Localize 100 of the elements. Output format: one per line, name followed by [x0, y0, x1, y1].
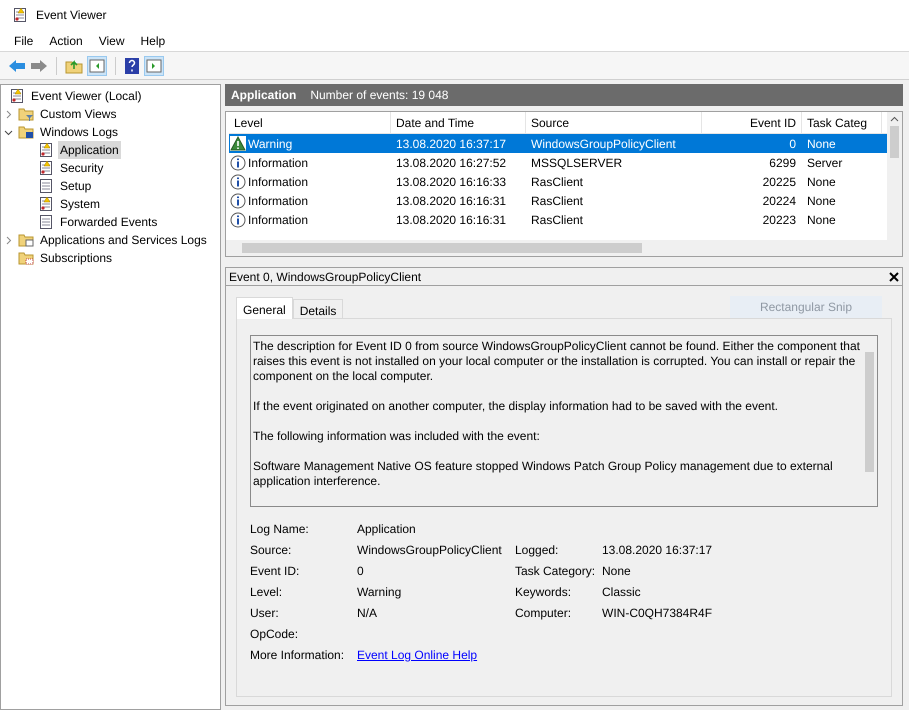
log-warning-icon: [38, 196, 54, 212]
table-cell-text: MSSQLSERVER: [531, 154, 622, 172]
table-cell-text: 0: [789, 136, 796, 152]
menu-item[interactable]: File: [8, 32, 40, 50]
column-header[interactable]: Level: [229, 112, 391, 133]
table-row[interactable]: Information 13.08.2020 16:27:52 MSSQLSERVER 6299 Server: [229, 153, 887, 172]
field-label: Event ID:: [250, 563, 300, 579]
back-arrow-icon[interactable]: [8, 58, 26, 72]
table-cell-text: 13.08.2020 16:37:17: [396, 136, 506, 152]
column-header[interactable]: Date and Time: [391, 112, 526, 133]
log-warning-icon: [38, 142, 54, 158]
table-cell-text: RasClient: [531, 192, 584, 210]
tree-item[interactable]: Event Viewer (Local): [29, 87, 144, 105]
event-title: Event 0, WindowsGroupPolicyClient: [229, 268, 422, 286]
table-cell-text: 13.08.2020 16:27:52: [396, 154, 506, 172]
table-cell-text: 20223: [762, 212, 796, 228]
table-cell-text: Information: [248, 154, 308, 172]
menu-item[interactable]: View: [92, 32, 130, 50]
chevron-right-icon[interactable]: [4, 110, 13, 118]
table-cell-text: Warning: [248, 136, 292, 152]
description-text: The following information was included with the event:: [253, 429, 541, 444]
tree-item[interactable]: Applications and Services Logs: [38, 231, 209, 249]
column-header[interactable]: Event ID: [702, 112, 802, 133]
close-icon[interactable]: [889, 272, 899, 282]
horizontal-scrollbar[interactable]: [226, 240, 902, 256]
menu-item[interactable]: Action: [43, 32, 89, 50]
description-text: Software Management Native OS feature stopped Windows Patch Group Policy management due to external application interference.: [253, 459, 834, 489]
vertical-scrollbar[interactable]: [887, 112, 902, 240]
pane-toggle-icon[interactable]: [87, 56, 107, 76]
field-label: Level:: [250, 584, 284, 600]
forward-arrow-icon[interactable]: [30, 58, 48, 72]
table-cell-text: RasClient: [531, 212, 584, 228]
table-row[interactable]: Warning 13.08.2020 16:37:17 WindowsGroupPolicyClient 0 None: [229, 134, 887, 153]
table-cell-text: None: [807, 136, 836, 152]
field-label: Computer:: [515, 605, 572, 621]
pane-toggle-icon[interactable]: [144, 56, 164, 76]
field-label: User:: [250, 605, 280, 621]
chevron-down-icon[interactable]: [4, 128, 13, 136]
tree-item[interactable]: System: [58, 195, 102, 213]
table-cell-text: Server: [807, 154, 842, 172]
menu-item[interactable]: Help: [134, 32, 172, 50]
tree-item[interactable]: Forwarded Events: [58, 213, 160, 231]
field-value: N/A: [357, 605, 378, 621]
table-cell-text: 13.08.2020 16:16:31: [396, 192, 506, 210]
field-label: Source:: [250, 542, 292, 558]
table-cell-text: RasClient: [531, 174, 584, 190]
snip-toolbar-overlay: Rectangular Snip: [730, 296, 882, 318]
info-icon: [230, 212, 246, 228]
warning-icon: [230, 136, 246, 151]
table-cell-text: None: [807, 192, 836, 210]
info-icon: [230, 174, 246, 190]
tab[interactable]: General: [236, 297, 293, 319]
tree-item[interactable]: Custom Views: [38, 105, 118, 123]
field-label: Task Category:: [515, 563, 596, 579]
table-cell-text: None: [807, 174, 836, 190]
field-value: Application: [357, 521, 417, 537]
tree-item[interactable]: Setup: [58, 177, 94, 195]
folder-icon: [18, 232, 34, 248]
tree-item[interactable]: Subscriptions: [38, 249, 114, 267]
table-row[interactable]: Information 13.08.2020 16:16:31 RasClient 20223 None: [229, 210, 887, 229]
log-icon: [38, 178, 54, 194]
scroll-thumb[interactable]: [242, 243, 642, 253]
field-value: Warning: [357, 584, 402, 600]
table-cell-text: 13.08.2020 16:16:33: [396, 174, 506, 190]
table-row[interactable]: Information 13.08.2020 16:16:33 RasClient 20225 None: [229, 172, 887, 191]
log-icon: [38, 214, 54, 230]
field-label: Logged:: [515, 542, 560, 558]
column-header[interactable]: Source: [526, 112, 702, 133]
table-cell-text: 20225: [762, 174, 796, 190]
description-text: The description for Event ID 0 from source WindowsGroupPolicyClient cannot be found. Either the component that raises this event is not installed on your local computer or the installation is corrupted. You can install or repair the component on the local computer.: [253, 339, 860, 384]
info-icon: [230, 154, 246, 170]
log-warning-icon: [38, 160, 54, 176]
folder-icon: [18, 106, 34, 122]
help-link[interactable]: Event Log Online Help: [357, 647, 878, 663]
chevron-right-icon[interactable]: [4, 236, 13, 244]
table-cell-text: Information: [248, 192, 308, 210]
folder-icon: [18, 124, 34, 140]
table-cell-text: 13.08.2020 16:16:31: [396, 212, 506, 228]
table-row[interactable]: Information 13.08.2020 16:16:31 RasClient 20224 None: [229, 191, 887, 210]
field-value: 0: [357, 563, 365, 579]
field-value: Classic: [602, 584, 642, 600]
tab[interactable]: Details: [292, 299, 344, 318]
field-label: Log Name:: [250, 521, 310, 537]
tree-item[interactable]: Security: [58, 159, 106, 177]
column-header[interactable]: Task Categ: [802, 112, 882, 133]
table-cell-text: None: [807, 212, 836, 228]
field-value: 13.08.2020 16:37:17: [602, 542, 714, 558]
field-value: WindowsGroupPolicyClient: [357, 542, 503, 558]
event-count: Number of events: 19 048: [310, 87, 448, 104]
field-value: None: [602, 563, 632, 579]
field-label: More Information:: [250, 647, 346, 663]
folder-up-icon[interactable]: [65, 58, 83, 74]
field-label: OpCode:: [250, 626, 300, 642]
scroll-thumb[interactable]: [865, 352, 874, 472]
table-cell-text: 6299: [769, 154, 796, 172]
scroll-thumb[interactable]: [890, 126, 899, 158]
tree-item[interactable]: Windows Logs: [38, 123, 120, 141]
tree-item[interactable]: Application: [58, 141, 121, 159]
field-value: WIN-C0QH7384R4F: [602, 605, 714, 621]
help-icon[interactable]: [124, 56, 140, 74]
